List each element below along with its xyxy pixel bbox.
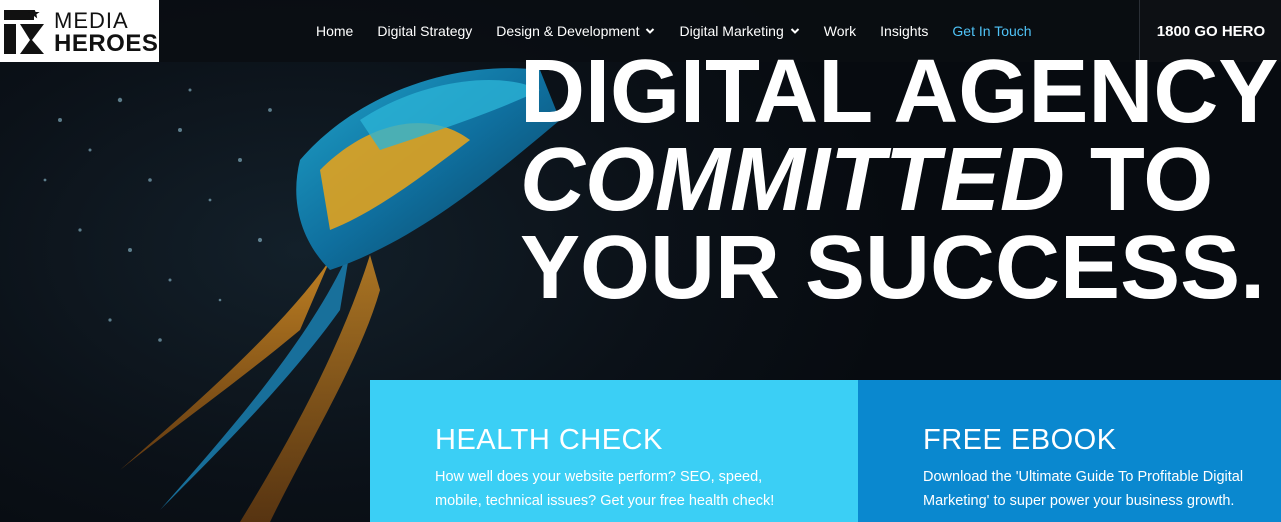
logo-text-heroes: HEROES <box>54 30 159 57</box>
phone-number: 1800 GO HERO <box>1156 22 1266 40</box>
nav-digital-marketing[interactable]: Digital Marketing <box>679 23 799 39</box>
nav-digital-marketing-label: Digital Marketing <box>679 23 784 39</box>
nav-get-in-touch-label: Get In Touch <box>952 23 1032 39</box>
hero-line-1: DIGITAL AGENCY <box>520 42 1279 142</box>
hero-headline: DIGITAL AGENCY COMMITTED TO YOUR SUCCESS… <box>520 42 1280 318</box>
nav-insights[interactable]: Insights <box>880 23 928 39</box>
health-check-card[interactable]: HEALTH CHECK How well does your website … <box>370 380 858 522</box>
free-ebook-text: Download the 'Ultimate Guide To Profitab… <box>923 469 1244 509</box>
nav-get-in-touch[interactable]: Get In Touch <box>952 23 1031 39</box>
hero-line-3: YOUR SUCCESS. <box>520 218 1266 318</box>
nav-work-label: Work <box>823 23 857 39</box>
chevron-down-icon <box>790 28 799 34</box>
nav-design-development[interactable]: Design & Development <box>496 23 655 39</box>
free-ebook-title: FREE EBOOK <box>923 424 1117 456</box>
nav-home[interactable]: Home <box>316 23 353 39</box>
free-ebook-card[interactable]: FREE EBOOK Download the 'Ultimate Guide … <box>858 380 1281 522</box>
health-check-title: HEALTH CHECK <box>435 424 663 456</box>
nav-design-development-label: Design & Development <box>496 23 640 39</box>
nav-digital-strategy-label: Digital Strategy <box>377 23 473 39</box>
hero-line-2-rest: TO <box>1064 130 1214 230</box>
hero-emphasis: COMMITTED <box>520 130 1065 230</box>
nav-digital-strategy[interactable]: Digital Strategy <box>377 23 472 39</box>
nav-home-label: Home <box>316 23 354 39</box>
health-check-text: How well does your website perform? SEO,… <box>435 469 775 509</box>
nav-work[interactable]: Work <box>824 23 856 39</box>
logo-mark-icon <box>4 10 44 54</box>
brand-logo[interactable]: MEDIA HEROES <box>0 0 159 62</box>
chevron-down-icon <box>646 28 655 34</box>
nav-insights-label: Insights <box>880 23 929 39</box>
hero-line-2: COMMITTED TO <box>520 135 1280 225</box>
